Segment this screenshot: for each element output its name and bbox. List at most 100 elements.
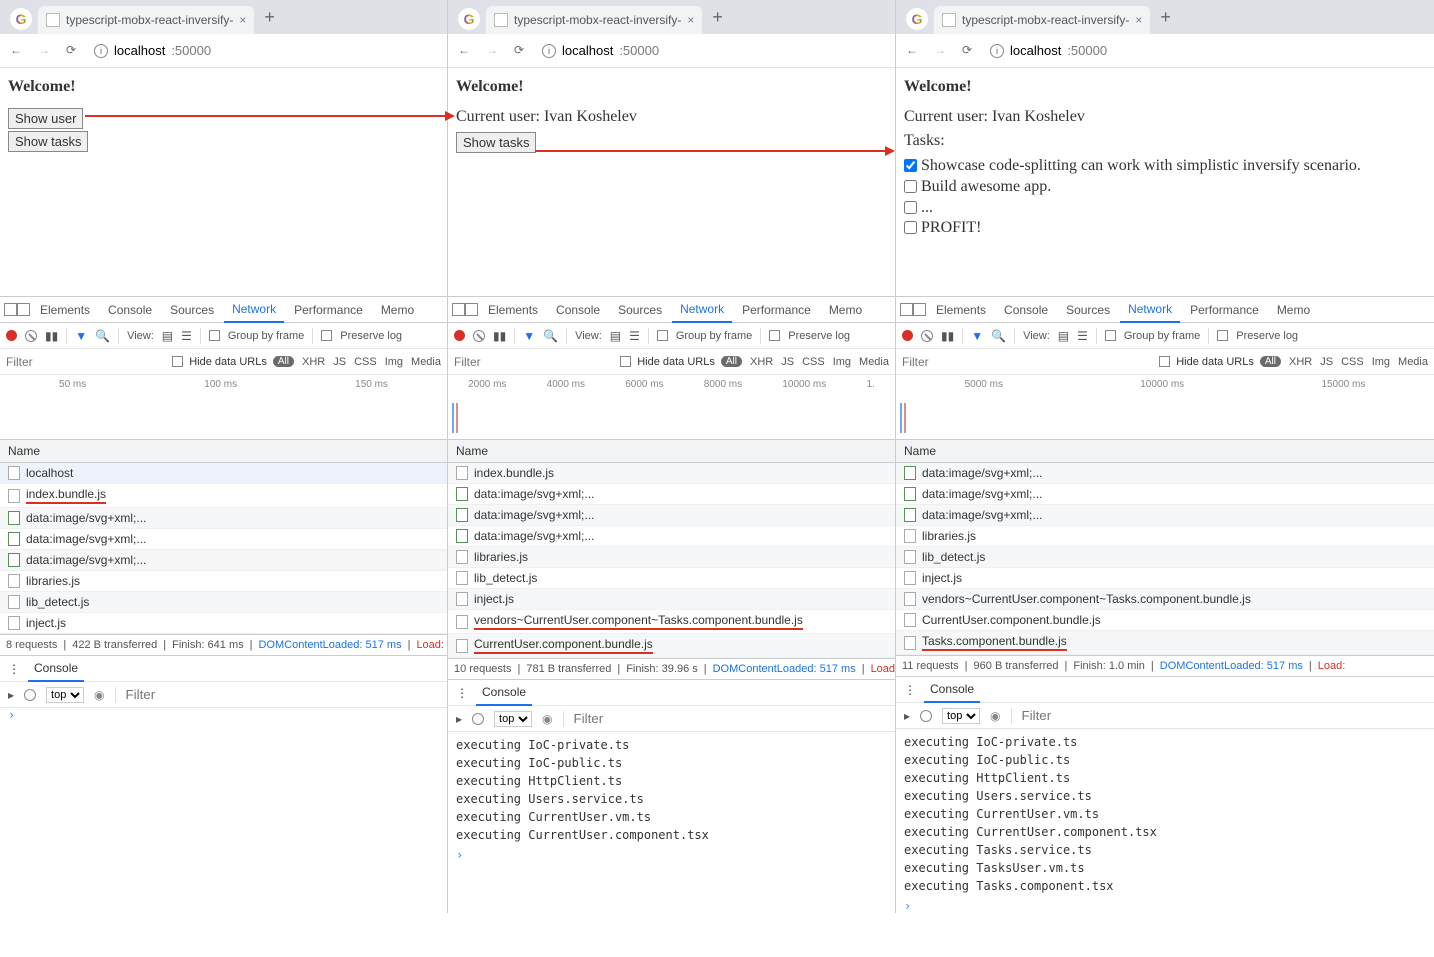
network-row[interactable]: vendors~CurrentUser.component~Tasks.comp… <box>896 589 1434 610</box>
network-timeline[interactable]: 2000 ms4000 ms6000 ms8000 ms10000 ms1. <box>448 375 895 440</box>
inspect-icon[interactable] <box>452 303 465 316</box>
device-icon[interactable] <box>465 303 478 316</box>
hide-urls-checkbox[interactable] <box>620 356 631 367</box>
network-row[interactable]: inject.js <box>896 568 1434 589</box>
stop-icon[interactable] <box>921 330 933 342</box>
drawer-menu-icon[interactable]: ⋮ <box>904 683 916 697</box>
filter-all[interactable]: All <box>273 356 294 367</box>
reload-icon[interactable]: ⟳ <box>514 43 530 59</box>
address-bar[interactable]: ilocalhost:50000 <box>542 43 659 58</box>
hide-urls-checkbox[interactable] <box>172 356 183 367</box>
filter-type-media[interactable]: Media <box>1398 356 1428 368</box>
devtools-tab-console[interactable]: Console <box>100 297 160 323</box>
camera-icon[interactable]: ▮▮ <box>493 329 506 343</box>
console-sidebar-icon[interactable]: ▸ <box>456 712 462 726</box>
network-filter-input[interactable] <box>6 355 156 369</box>
close-tab-icon[interactable]: × <box>239 13 246 27</box>
devtools-tab-sources[interactable]: Sources <box>1058 297 1118 323</box>
new-tab-button[interactable]: + <box>1160 7 1171 28</box>
reload-icon[interactable]: ⟳ <box>66 43 82 59</box>
device-icon[interactable] <box>17 303 30 316</box>
filter-type-media[interactable]: Media <box>411 356 441 368</box>
filter-type-css[interactable]: CSS <box>354 356 377 368</box>
devtools-tab-elements[interactable]: Elements <box>32 297 98 323</box>
task-item[interactable]: Build awesome app. <box>904 177 1426 198</box>
camera-icon[interactable]: ▮▮ <box>941 329 954 343</box>
search-icon[interactable]: 🔍 <box>991 329 1006 343</box>
live-expr-icon[interactable]: ◉ <box>94 688 104 702</box>
devtools-tab-console[interactable]: Console <box>548 297 608 323</box>
network-row[interactable]: inject.js <box>0 613 447 634</box>
filter-type-media[interactable]: Media <box>859 356 889 368</box>
devtools-tab-console[interactable]: Console <box>996 297 1056 323</box>
camera-icon[interactable]: ▮▮ <box>45 329 58 343</box>
live-expr-icon[interactable]: ◉ <box>542 712 552 726</box>
drawer-menu-icon[interactable]: ⋮ <box>456 686 468 700</box>
network-row[interactable]: libraries.js <box>0 571 447 592</box>
network-name-header[interactable]: Name <box>448 440 895 463</box>
console-context-select[interactable]: top <box>942 708 980 724</box>
close-tab-icon[interactable]: × <box>687 13 694 27</box>
console-filter-input[interactable] <box>1022 708 1199 723</box>
preserve-checkbox[interactable] <box>769 330 780 341</box>
network-name-header[interactable]: Name <box>896 440 1434 463</box>
inspect-icon[interactable] <box>900 303 913 316</box>
show-user-button[interactable]: Show user <box>8 108 83 129</box>
filter-icon[interactable]: ▼ <box>523 329 535 343</box>
devtools-tab-elements[interactable]: Elements <box>480 297 546 323</box>
task-checkbox[interactable] <box>904 201 917 214</box>
view-large-icon[interactable]: ▤ <box>1058 329 1069 343</box>
console-context-select[interactable]: top <box>494 711 532 727</box>
network-row[interactable]: Tasks.component.bundle.js <box>896 631 1434 655</box>
back-icon[interactable]: ← <box>906 43 922 59</box>
group-checkbox[interactable] <box>1105 330 1116 341</box>
browser-tab[interactable]: typescript-mobx-react-inversify-× <box>934 6 1150 34</box>
device-icon[interactable] <box>913 303 926 316</box>
network-row[interactable]: CurrentUser.component.bundle.js <box>448 634 895 658</box>
filter-type-img[interactable]: Img <box>833 356 851 368</box>
network-filter-input[interactable] <box>454 355 604 369</box>
network-row[interactable]: libraries.js <box>896 526 1434 547</box>
network-row[interactable]: data:image/svg+xml;... <box>896 484 1434 505</box>
console-context-select[interactable]: top <box>46 687 84 703</box>
network-row[interactable]: inject.js <box>448 589 895 610</box>
filter-type-js[interactable]: JS <box>781 356 794 368</box>
network-row[interactable]: localhost <box>0 463 447 484</box>
site-info-icon[interactable]: i <box>94 44 108 58</box>
console-prompt[interactable]: › <box>896 899 1434 913</box>
browser-tab[interactable]: typescript-mobx-react-inversify-× <box>38 6 254 34</box>
filter-type-xhr[interactable]: XHR <box>1289 356 1312 368</box>
filter-type-js[interactable]: JS <box>1320 356 1333 368</box>
network-row[interactable]: vendors~CurrentUser.component~Tasks.comp… <box>448 610 895 634</box>
group-checkbox[interactable] <box>657 330 668 341</box>
record-icon[interactable] <box>902 330 913 341</box>
network-filter-input[interactable] <box>902 355 1052 369</box>
record-icon[interactable] <box>6 330 17 341</box>
drawer-console-tab[interactable]: Console <box>924 677 980 703</box>
filter-all[interactable]: All <box>1260 356 1281 367</box>
console-sidebar-icon[interactable]: ▸ <box>904 709 910 723</box>
stop-icon[interactable] <box>473 330 485 342</box>
live-expr-icon[interactable]: ◉ <box>990 709 1000 723</box>
drawer-console-tab[interactable]: Console <box>476 680 532 706</box>
filter-type-img[interactable]: Img <box>1372 356 1390 368</box>
show-tasks-button[interactable]: Show tasks <box>8 131 88 152</box>
filter-type-css[interactable]: CSS <box>802 356 825 368</box>
record-icon[interactable] <box>454 330 465 341</box>
network-name-header[interactable]: Name <box>0 440 447 463</box>
new-tab-button[interactable]: + <box>712 7 723 28</box>
preserve-checkbox[interactable] <box>1217 330 1228 341</box>
task-item[interactable]: Showcase code-splitting can work with si… <box>904 156 1426 177</box>
back-icon[interactable]: ← <box>10 43 26 59</box>
network-row[interactable]: data:image/svg+xml;... <box>896 505 1434 526</box>
address-bar[interactable]: ilocalhost:50000 <box>94 43 211 58</box>
site-info-icon[interactable]: i <box>542 44 556 58</box>
devtools-tab-performance[interactable]: Performance <box>734 297 819 323</box>
filter-icon[interactable]: ▼ <box>971 329 983 343</box>
view-small-icon[interactable]: ☰ <box>629 329 640 343</box>
filter-type-js[interactable]: JS <box>333 356 346 368</box>
view-large-icon[interactable]: ▤ <box>610 329 621 343</box>
task-checkbox[interactable] <box>904 159 917 172</box>
drawer-console-tab[interactable]: Console <box>28 656 84 682</box>
filter-all[interactable]: All <box>721 356 742 367</box>
